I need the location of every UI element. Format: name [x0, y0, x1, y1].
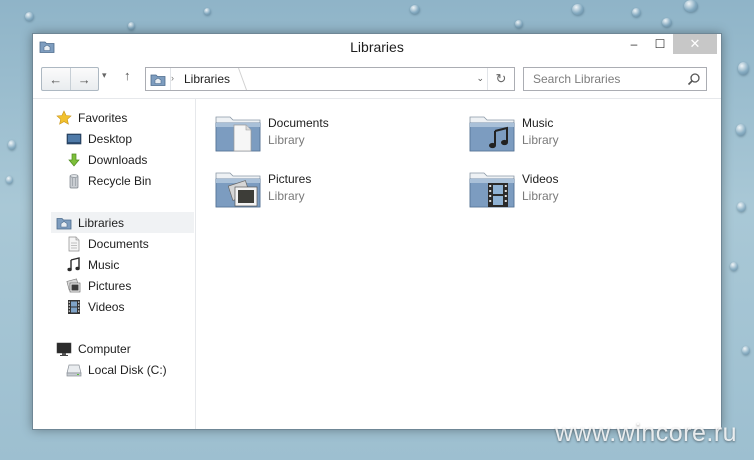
sidebar-label: Pictures [88, 278, 132, 293]
maximize-button[interactable]: ☐ [647, 34, 673, 54]
water-drop [8, 140, 16, 150]
pictures-library-icon [214, 169, 262, 209]
breadcrumb-chevron-icon[interactable]: › [171, 73, 174, 83]
water-drop [25, 12, 34, 21]
watermark: www.wincore.ru [555, 419, 738, 447]
water-drop [742, 346, 750, 355]
sidebar-label: Computer [78, 341, 131, 356]
navigation-bar: ← → ▾ ↑ › Libraries ⌄ ↻ [33, 64, 721, 96]
sidebar-libraries[interactable]: Libraries [51, 212, 194, 233]
content-pane: Documents Library Music Library Pictures… [196, 99, 721, 429]
library-music[interactable]: Music Library [468, 113, 559, 157]
refresh-button[interactable]: ↻ [487, 68, 514, 90]
library-videos[interactable]: Videos Library [468, 169, 559, 213]
library-name: Pictures [268, 172, 312, 186]
library-name: Videos [522, 172, 559, 186]
library-type: Library [522, 189, 559, 203]
library-name: Music [522, 116, 554, 130]
address-libraries-icon [146, 68, 171, 90]
forward-button[interactable]: → [69, 68, 99, 90]
search-input[interactable] [531, 71, 685, 87]
sidebar-label: Music [88, 257, 120, 272]
library-pictures[interactable]: Pictures Library [214, 169, 311, 213]
sidebar-favorites[interactable]: Favorites [56, 107, 127, 128]
water-drop [632, 8, 641, 17]
hard-drive-icon [66, 362, 82, 378]
sidebar-item-pictures[interactable]: Pictures [66, 275, 131, 296]
sidebar-label: Downloads [88, 152, 148, 167]
film-strip-icon [66, 299, 82, 315]
sidebar-item-music[interactable]: Music [66, 254, 119, 275]
close-button[interactable]: ✕ [673, 34, 717, 54]
library-type: Library [268, 133, 305, 147]
music-library-icon [468, 113, 516, 153]
water-drop [128, 22, 135, 30]
water-drop [684, 0, 698, 12]
water-drop [204, 8, 211, 15]
title-bar[interactable]: Libraries – ☐ ✕ [33, 34, 721, 62]
star-icon [56, 109, 72, 126]
picture-icon [66, 278, 82, 294]
sidebar-item-documents[interactable]: Documents [66, 233, 149, 254]
water-drop [6, 176, 13, 184]
library-name: Documents [268, 116, 329, 130]
sidebar-item-downloads[interactable]: Downloads [66, 149, 147, 170]
computer-icon [56, 341, 72, 357]
minimize-button[interactable]: – [621, 34, 647, 54]
sidebar-item-recycle-bin[interactable]: Recycle Bin [66, 170, 151, 191]
recent-locations-button[interactable]: ▾ [102, 70, 107, 81]
search-icon[interactable] [687, 72, 701, 86]
sidebar-label: Libraries [78, 215, 125, 230]
sidebar-label: Videos [88, 299, 125, 314]
water-drop [410, 5, 420, 14]
sidebar-computer[interactable]: Computer [56, 338, 131, 359]
navigation-pane: Favorites Desktop Downloads Recycle Bin … [33, 99, 196, 429]
explorer-window: Libraries – ☐ ✕ ← → ▾ ↑ › Libraries ⌄ ↻ [32, 33, 722, 430]
music-note-icon [66, 256, 82, 273]
libraries-icon [56, 215, 72, 231]
library-type: Library [268, 189, 305, 203]
sidebar-item-videos[interactable]: Videos [66, 296, 124, 317]
back-button[interactable]: ← [42, 68, 70, 90]
sidebar-label: Favorites [78, 110, 128, 125]
water-drop [738, 62, 749, 75]
library-type: Library [522, 133, 559, 147]
up-button[interactable]: ↑ [124, 68, 131, 83]
sidebar-label: Local Disk (C:) [88, 362, 167, 377]
videos-library-icon [468, 169, 516, 209]
sidebar-label: Recycle Bin [88, 173, 152, 188]
sidebar-label: Desktop [88, 131, 133, 146]
water-drop [737, 202, 746, 212]
recycle-bin-icon [66, 173, 82, 189]
window-title: Libraries [350, 39, 404, 55]
breadcrumb-libraries[interactable]: Libraries [184, 72, 230, 86]
address-bar[interactable]: › Libraries ⌄ ↻ [145, 67, 515, 91]
download-arrow-icon [66, 152, 82, 168]
search-box[interactable] [523, 67, 707, 91]
library-documents[interactable]: Documents Library [214, 113, 329, 157]
water-drop [662, 18, 672, 27]
breadcrumb-divider [229, 68, 248, 90]
desktop-icon [66, 131, 82, 147]
water-drop [736, 124, 746, 136]
water-drop [572, 4, 584, 15]
documents-library-icon [214, 113, 262, 153]
water-drop [515, 20, 523, 28]
water-drop [730, 262, 738, 271]
back-forward-group: ← → [41, 67, 99, 91]
sidebar-item-desktop[interactable]: Desktop [66, 128, 132, 149]
sidebar-label: Documents [88, 236, 149, 251]
address-dropdown-icon[interactable]: ⌄ [476, 73, 484, 84]
sidebar-item-local-disk[interactable]: Local Disk (C:) [66, 359, 167, 380]
document-icon [66, 236, 82, 252]
